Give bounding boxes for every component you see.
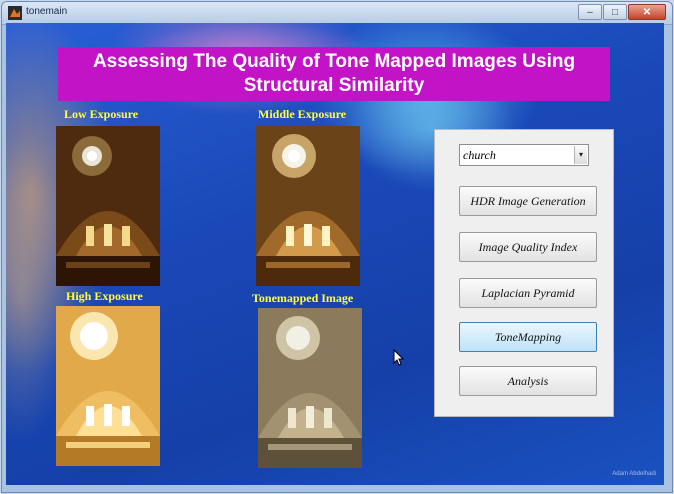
analysis-button[interactable]: Analysis <box>459 366 597 396</box>
dropdown-value: church <box>463 148 496 162</box>
watermark: Adam Abdelhadi <box>612 471 656 477</box>
high-exposure-label: High Exposure <box>66 289 143 303</box>
middle-exposure-image <box>256 126 360 286</box>
page-title: Assessing The Quality of Tone Mapped Ima… <box>58 47 610 101</box>
title-line-2: Structural Similarity <box>243 75 425 96</box>
low-exposure-label: Low Exposure <box>64 107 139 121</box>
close-button[interactable]: ✕ <box>628 4 666 20</box>
high-exposure-image <box>56 306 160 466</box>
tonemapped-image-label: Tonemapped Image <box>252 291 354 305</box>
figure-area: Assessing The Quality of Tone Mapped Ima… <box>6 23 664 485</box>
hdr-image-generation-button[interactable]: HDR Image Generation <box>459 186 597 216</box>
tonemapping-button[interactable]: ToneMapping <box>459 322 597 352</box>
minimize-button[interactable]: – <box>578 4 602 20</box>
image-dropdown[interactable]: church ▾ <box>459 144 589 166</box>
mouse-cursor-icon <box>393 349 405 366</box>
low-exposure-image <box>56 126 160 286</box>
control-panel: church ▾ HDR Image Generation Image Qual… <box>434 129 614 417</box>
laplacian-pyramid-button[interactable]: Laplacian Pyramid <box>459 278 597 308</box>
title-line-1: Assessing The Quality of Tone Mapped Ima… <box>92 51 576 72</box>
middle-exposure-label: Middle Exposure <box>258 107 347 121</box>
image-quality-index-button[interactable]: Image Quality Index <box>459 232 597 262</box>
matlab-icon <box>8 6 22 20</box>
maximize-button[interactable]: □ <box>603 4 627 20</box>
window-title: tonemain <box>26 6 68 17</box>
window-controls: – □ ✕ <box>577 4 666 20</box>
title-bar[interactable]: tonemain – □ ✕ <box>2 2 672 25</box>
dropdown-arrow-icon[interactable]: ▾ <box>574 146 587 164</box>
window-bottom-border <box>6 485 664 490</box>
tonemapped-image <box>258 308 362 468</box>
